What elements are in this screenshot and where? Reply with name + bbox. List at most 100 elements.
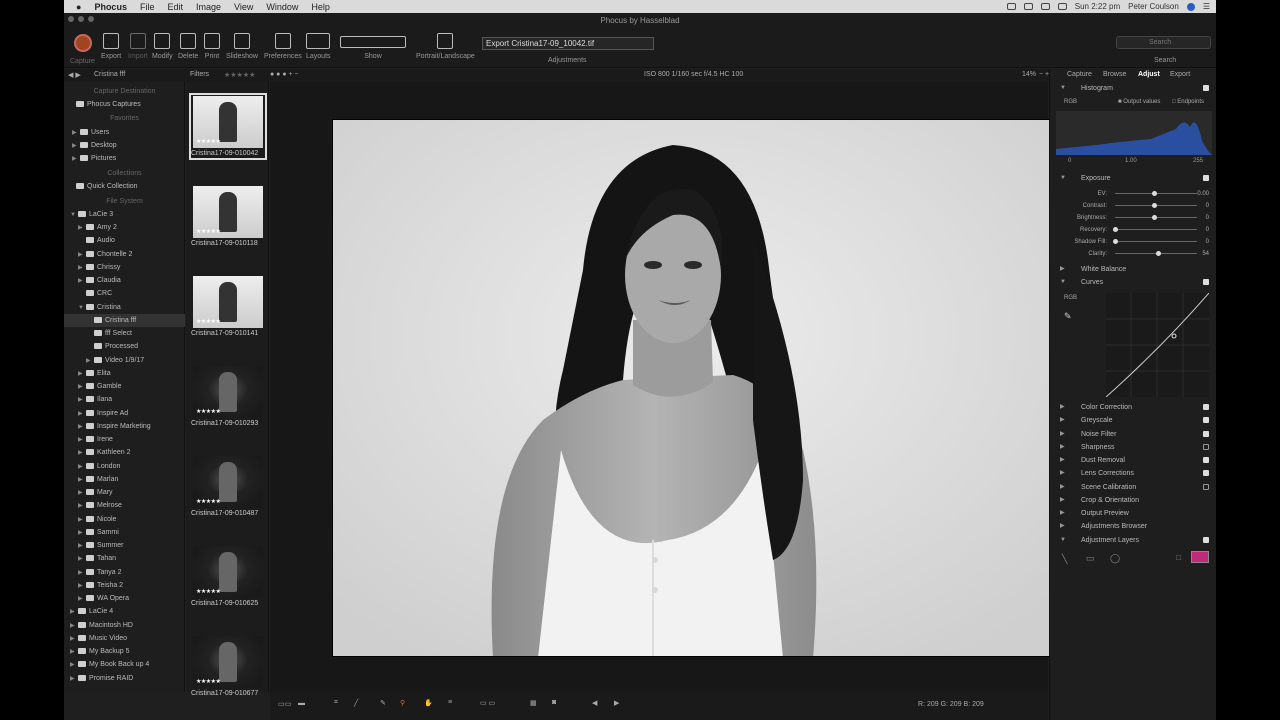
enable-checkbox[interactable] (1203, 404, 1209, 410)
disclosure-icon[interactable]: ▶ (78, 421, 86, 434)
rating-stars[interactable]: ★★★★★ (196, 678, 221, 685)
sidebar-item-folder[interactable]: ▶ Melrose (64, 499, 185, 512)
loupe-tool-icon[interactable]: ⚲ (400, 699, 405, 707)
preferences-button[interactable]: Preferences (264, 33, 302, 60)
thumbnail-image[interactable]: ★★★★★ (193, 636, 263, 688)
menu-help[interactable]: Help (311, 2, 330, 12)
capture-button[interactable] (74, 34, 92, 52)
sidebar-item-folder[interactable]: ▶ Sammi (64, 526, 185, 539)
thumbnail[interactable]: ★★★★★ Cristina17-09-010141 (191, 276, 264, 337)
menu-edit[interactable]: Edit (167, 2, 183, 12)
layer-radial-icon[interactable]: ◯ (1110, 553, 1120, 564)
modify-button[interactable]: Modify (152, 33, 173, 60)
disclosure-icon[interactable]: ▼ (1060, 82, 1066, 95)
sidebar-item-folder[interactable]: ▶ WA Opera (64, 592, 185, 605)
adjustment-section[interactable]: ▶ Noise Filter (1050, 428, 1216, 441)
disclosure-icon[interactable]: ▶ (78, 368, 86, 381)
disclosure-icon[interactable]: ▶ (1060, 494, 1065, 507)
enable-checkbox[interactable] (1203, 457, 1209, 463)
layer-brush-icon[interactable]: ╲ (1062, 554, 1067, 565)
disclosure-icon[interactable]: ▶ (1060, 428, 1065, 441)
sidebar-item-folder[interactable]: ▶ Teisha 2 (64, 579, 185, 592)
thumbnail-strip[interactable]: ★★★★★ Cristina17-09-010042 ★★★★★ Cristina17… (186, 82, 269, 697)
sidebar-item-folder[interactable]: ▶ Tanya 2 (64, 566, 185, 579)
disclosure-icon[interactable]: ▶ (70, 659, 78, 672)
curves-channel-select[interactable]: RGB (1064, 295, 1077, 301)
exposure-slider[interactable]: Shadow Fill: 0 (1050, 236, 1216, 248)
disclosure-icon[interactable]: ▶ (78, 447, 86, 460)
sidebar-item-folder[interactable]: ▶ Irene (64, 433, 185, 446)
mask-toggle-icon[interactable]: □ (1176, 553, 1181, 562)
histogram-section[interactable]: ▼ Histogram (1050, 82, 1216, 95)
slider-value[interactable]: 54 (1202, 248, 1209, 260)
sidebar-item-folder[interactable]: ▶ London (64, 460, 185, 473)
disclosure-icon[interactable]: ▶ (78, 222, 86, 235)
rating-stars[interactable]: ★★★★★ (196, 588, 221, 595)
layouts-button[interactable]: Layouts (306, 33, 331, 60)
tab-export[interactable]: Export (1170, 71, 1190, 78)
disclosure-icon[interactable]: ▶ (70, 606, 78, 619)
back-forward-icon[interactable]: ◀ ▶ (68, 71, 81, 79)
folder-selector[interactable]: Cristina fff (94, 71, 125, 78)
output-values-checkbox[interactable]: ■ Output values (1118, 99, 1160, 105)
sidebar-item-subfolder[interactable]: Cristina fff (64, 313, 185, 327)
sidebar-item-folder[interactable]: Audio (64, 234, 185, 247)
adjustment-section[interactable]: ▶ Crop & Orientation (1050, 494, 1216, 507)
exposure-slider[interactable]: EV: 0.00 (1050, 188, 1216, 200)
disclosure-icon[interactable]: ▶ (78, 500, 86, 513)
adjustment-section[interactable]: ▶ Greyscale (1050, 414, 1216, 427)
sidebar-item-folder[interactable]: ▶ Mary (64, 486, 185, 499)
slider-knob[interactable] (1152, 215, 1158, 220)
menu-window[interactable]: Window (266, 2, 298, 12)
next-image-icon[interactable]: ▶ (614, 699, 619, 707)
exposure-slider[interactable]: Brightness: 0 (1050, 212, 1216, 224)
thumbnail[interactable]: ★★★★★ Cristina17-09-010042 (189, 93, 267, 160)
slideshow-button[interactable]: Slideshow (226, 33, 258, 60)
adjustment-section[interactable]: ▼ Adjustment Layers (1050, 534, 1216, 547)
disclosure-icon[interactable]: ▶ (70, 646, 78, 659)
enable-checkbox[interactable] (1203, 470, 1209, 477)
sidebar-item-folder[interactable]: ▶ Tahan (64, 552, 185, 565)
disclosure-icon[interactable]: ▶ (78, 461, 86, 474)
adjustment-section[interactable]: ▶ Dust Removal (1050, 454, 1216, 467)
disclosure-icon[interactable]: ▶ (78, 381, 86, 394)
previous-image-icon[interactable]: ◀ (592, 699, 597, 707)
sidebar-item-volume[interactable]: ▶ My Backup 5 (64, 645, 185, 658)
sidebar-item-subfolder[interactable]: fff Select (64, 327, 185, 340)
clock[interactable]: Sun 2:22 pm (1075, 2, 1120, 11)
disclosure-icon[interactable]: ▼ (1060, 534, 1066, 547)
rating-stars[interactable]: ★★★★★ (196, 138, 221, 145)
disclosure-icon[interactable]: ▶ (78, 540, 86, 553)
sidebar-item-users[interactable]: ▶ Users (64, 126, 185, 139)
menu-view[interactable]: View (234, 2, 253, 12)
tab-adjust[interactable]: Adjust (1138, 71, 1160, 78)
slider-value[interactable]: 0.00 (1197, 188, 1209, 200)
thumbnail-image[interactable]: ★★★★★ (193, 276, 263, 328)
status-icon[interactable] (1023, 3, 1033, 10)
disclosure-icon[interactable]: ▶ (78, 474, 86, 487)
import-button[interactable]: Import (128, 33, 148, 60)
show-button[interactable]: Show (340, 33, 406, 60)
enable-checkbox[interactable] (1203, 175, 1209, 181)
single-view-icon[interactable]: ▬ (298, 700, 305, 707)
rating-stars[interactable]: ★★★★★ (196, 408, 221, 415)
disclosure-icon[interactable]: ▶ (72, 153, 80, 166)
enable-checkbox[interactable] (1203, 279, 1209, 285)
list-tool-icon[interactable]: ≡ (448, 699, 452, 706)
sidebar-item-folder[interactable]: ▶ Summer (64, 539, 185, 552)
sidebar-item-folder[interactable]: ▶ Claudia (64, 274, 185, 287)
sidebar-item-folder[interactable]: ▶ Elita (64, 367, 185, 380)
adjustment-section[interactable]: ▶ Color Correction (1050, 401, 1216, 414)
slider-knob[interactable] (1152, 203, 1158, 208)
sidebar-item-subfolder[interactable]: Processed (64, 340, 185, 353)
disclosure-icon[interactable]: ▼ (1060, 172, 1066, 185)
enable-checkbox[interactable] (1203, 483, 1209, 490)
sidebar-item-pictures[interactable]: ▶ Pictures (64, 152, 185, 165)
rating-stars[interactable]: ★★★★★ (196, 318, 221, 325)
sidebar-item-volume[interactable]: ▶ Promise RAID (64, 672, 185, 685)
sidebar-item-volume[interactable]: ▶ Music Video (64, 632, 185, 645)
adjustment-section[interactable]: ▶ Output Preview (1050, 507, 1216, 520)
status-icon[interactable] (1006, 3, 1016, 10)
histogram-channel-select[interactable]: RGB (1064, 99, 1077, 105)
layer-color-swatch[interactable] (1191, 551, 1209, 563)
